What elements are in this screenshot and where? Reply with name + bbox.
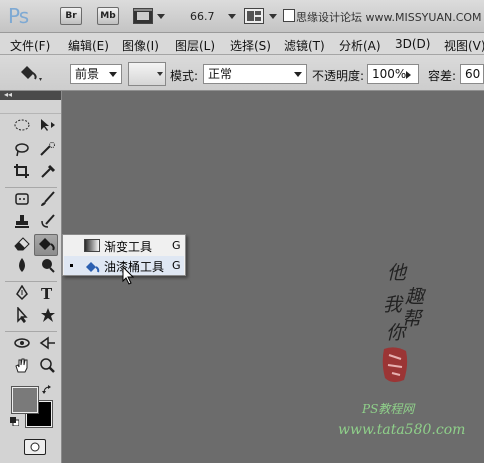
- flyout-shortcut: G: [172, 239, 181, 252]
- mini-bridge-button[interactable]: Mb: [97, 7, 119, 25]
- arrange-dropdown-icon[interactable]: [269, 14, 277, 19]
- history-brush-tool-icon[interactable]: [36, 213, 60, 235]
- opacity-value: 100%: [372, 67, 407, 81]
- flyout-item-gradient[interactable]: 渐变工具 G: [64, 236, 184, 255]
- chevron-down-icon: [109, 72, 117, 77]
- paint-bucket-icon: [84, 259, 100, 273]
- menu-3d[interactable]: 3D(D): [395, 37, 430, 51]
- spot-healing-tool-icon[interactable]: [10, 191, 34, 213]
- crop-tool-icon[interactable]: [10, 163, 34, 185]
- chevron-down-icon: [294, 72, 302, 77]
- collapse-icon[interactable]: ◂◂: [4, 90, 12, 99]
- photoshop-logo: Ps: [8, 4, 29, 28]
- flyout-shortcut: G: [172, 259, 181, 272]
- menu-layer[interactable]: 图层(L): [175, 37, 215, 54]
- zoom-tool-icon[interactable]: [36, 357, 60, 379]
- foreground-color-swatch[interactable]: [11, 386, 39, 414]
- mode-label: 模式:: [170, 69, 199, 83]
- tutorial-site-watermark: PS教程网: [362, 402, 415, 416]
- red-seal-stamp: [380, 345, 410, 385]
- blur-tool-icon[interactable]: [10, 257, 34, 279]
- custom-shape-tool-icon[interactable]: [36, 307, 60, 329]
- mode-value: 正常: [208, 67, 233, 81]
- pen-tool-icon[interactable]: [10, 284, 34, 307]
- menu-file[interactable]: 文件(F): [10, 37, 50, 54]
- tolerance-value: 60: [465, 67, 481, 81]
- brush-tool-icon[interactable]: [36, 191, 60, 213]
- tolerance-field[interactable]: 60: [460, 64, 484, 84]
- paint-bucket-preset-icon[interactable]: [16, 64, 44, 84]
- view-extras-dropdown-icon[interactable]: [157, 14, 165, 19]
- options-bar: 前景 模式: 正常 不透明度: 100% 容差: 60: [0, 55, 484, 91]
- hand-tool-icon[interactable]: [10, 357, 34, 379]
- menu-filter[interactable]: 滤镜(T): [284, 37, 325, 54]
- mode-select[interactable]: 正常: [203, 64, 307, 84]
- selected-bullet-icon: [70, 264, 73, 267]
- move-tool-icon[interactable]: [36, 117, 60, 139]
- 3d-rotate-tool-icon[interactable]: [10, 335, 34, 357]
- calligraphy-char: 他: [387, 262, 407, 284]
- tools-panel: ◂◂ T: [0, 91, 62, 463]
- zoom-level[interactable]: 66.7: [190, 10, 215, 23]
- menu-analysis[interactable]: 分析(A): [339, 37, 381, 54]
- dodge-tool-icon[interactable]: [36, 257, 60, 279]
- lasso-tool-icon[interactable]: [10, 141, 34, 163]
- opacity-slider-arrow-icon[interactable]: [406, 71, 411, 79]
- type-tool-icon[interactable]: T: [36, 285, 60, 307]
- tutorial-url-watermark: www.tata580.com: [338, 422, 466, 438]
- clone-stamp-tool-icon[interactable]: [10, 213, 34, 235]
- tools-panel-header[interactable]: ◂◂: [0, 91, 61, 100]
- menu-view[interactable]: 视图(V): [444, 37, 484, 54]
- tool-divider: [5, 331, 57, 332]
- magic-wand-tool-icon[interactable]: [36, 141, 60, 163]
- screen-mode-icon[interactable]: [283, 9, 295, 22]
- eyedropper-tool-icon[interactable]: [36, 163, 60, 185]
- view-extras-icon[interactable]: [133, 8, 153, 24]
- svg-text:T: T: [41, 285, 53, 301]
- tolerance-label: 容差:: [428, 69, 457, 83]
- tool-divider: [5, 187, 57, 188]
- fill-source-select[interactable]: 前景: [70, 64, 122, 84]
- swap-colors-icon[interactable]: [42, 385, 52, 395]
- menu-select[interactable]: 选择(S): [230, 37, 271, 54]
- menu-bar: 文件(F) 编辑(E) 图像(I) 图层(L) 选择(S) 滤镜(T) 分析(A…: [0, 33, 484, 55]
- opacity-field[interactable]: 100%: [367, 64, 419, 84]
- fill-source-value: 前景: [75, 67, 100, 81]
- calligraphy-char: 我: [383, 294, 403, 316]
- menu-edit[interactable]: 编辑(E): [68, 37, 109, 54]
- tools-panel-grip[interactable]: [0, 100, 61, 114]
- paint-bucket-tool-icon[interactable]: [34, 234, 58, 256]
- mouse-pointer-icon: [122, 265, 136, 286]
- site-watermark: 思缘设计论坛 www.MISSYUAN.COM: [296, 11, 482, 24]
- arrange-documents-icon[interactable]: [244, 8, 264, 24]
- 3d-camera-tool-icon[interactable]: [36, 335, 60, 357]
- path-selection-tool-icon[interactable]: [10, 306, 34, 329]
- tool-divider: [5, 281, 57, 282]
- zoom-dropdown-icon[interactable]: [228, 14, 236, 19]
- pattern-picker[interactable]: [128, 62, 166, 86]
- calligraphy-char: 你: [386, 322, 406, 344]
- gradient-icon: [84, 239, 100, 252]
- flyout-item-label: 渐变工具: [104, 240, 153, 254]
- eraser-tool-icon[interactable]: [10, 235, 34, 257]
- default-colors-icon[interactable]: [10, 416, 20, 427]
- application-bar: Ps Br Mb 66.7 思缘设计论坛 www.MISSYUAN.COM: [0, 0, 484, 33]
- menu-image[interactable]: 图像(I): [122, 37, 159, 54]
- bridge-button[interactable]: Br: [60, 7, 82, 25]
- quick-mask-icon[interactable]: [24, 439, 46, 455]
- opacity-label: 不透明度:: [312, 69, 365, 83]
- marquee-tool-icon[interactable]: [10, 117, 34, 139]
- chevron-down-icon: [157, 72, 163, 76]
